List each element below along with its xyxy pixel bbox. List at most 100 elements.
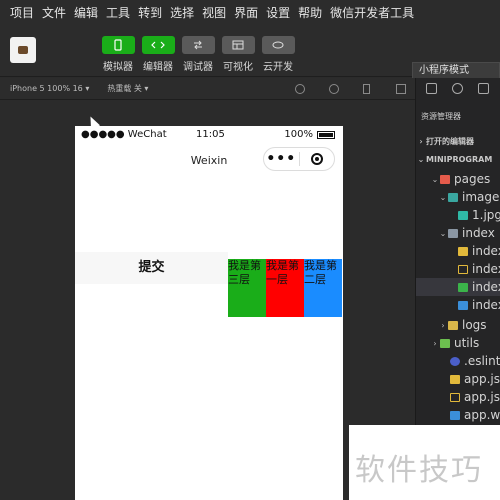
chevron-down-icon: ⌄ — [439, 192, 447, 202]
avatar[interactable] — [10, 37, 36, 63]
folder-icon — [440, 174, 450, 184]
miniprogram-section[interactable]: ⌄ MINIPROGRAM — [416, 150, 500, 168]
more-icon[interactable]: ••• — [264, 151, 299, 167]
debugger-button[interactable] — [181, 36, 215, 54]
status-time: 11:05 — [196, 129, 225, 140]
cloud-icon — [272, 41, 284, 49]
tree-item-index-folder[interactable]: ⌄ index — [416, 224, 500, 242]
js-file-icon — [450, 374, 460, 384]
tree-item-logs[interactable]: › logs — [416, 316, 500, 334]
folder-icon — [440, 338, 450, 348]
json-file-icon — [450, 392, 460, 402]
chevron-down-icon: ⌄ — [417, 154, 425, 164]
files-icon[interactable] — [426, 83, 437, 94]
debug-icon — [194, 40, 202, 50]
device-select[interactable]: iPhone 5 100% 16 ▾ — [10, 84, 89, 93]
tree-item-pages[interactable]: ⌄ pages — [416, 170, 500, 188]
menu-select[interactable]: 选择 — [170, 4, 194, 21]
git-icon[interactable] — [478, 83, 489, 94]
json-file-icon — [458, 264, 468, 274]
simulator-label: 模拟器 — [103, 62, 133, 73]
close-mini-program-button[interactable] — [299, 153, 334, 165]
layer-third: 我是第三层 — [228, 259, 266, 317]
wxml-file-icon — [458, 282, 468, 292]
toolbar: 模拟器 编辑器 调试器 可视化 云开发 小程序模式 — [0, 25, 500, 80]
folder-icon — [448, 228, 458, 238]
phone-icon — [114, 39, 122, 51]
simulator-button[interactable] — [101, 36, 135, 54]
tree-item-app-js[interactable]: app.js — [416, 370, 500, 388]
wxss-file-icon — [458, 300, 468, 310]
chevron-down-icon: ⌄ — [431, 174, 439, 184]
watermark-text: 软件技巧 — [355, 453, 483, 488]
tree-item-index-js[interactable]: index.js — [416, 242, 500, 260]
record-icon[interactable] — [329, 84, 339, 94]
capsule-menu: ••• — [263, 147, 335, 171]
chevron-right-icon: › — [433, 338, 437, 348]
device-icon[interactable] — [363, 84, 370, 94]
layout-icon — [232, 40, 244, 50]
eslint-file-icon — [450, 356, 460, 366]
open-editors-section[interactable]: › 打开的编辑器 — [416, 132, 500, 150]
tree-item-images[interactable]: ⌄ images — [416, 188, 500, 206]
tree-item-app-json[interactable]: app.json — [416, 388, 500, 406]
phone-screen: ●●●●● WeChat 11:05 100% Weixin ••• 提交 我是… — [75, 126, 343, 500]
tree-item-utils[interactable]: › utils — [416, 334, 500, 352]
js-file-icon — [458, 246, 468, 256]
wxss-file-icon — [450, 410, 460, 420]
avatar-image — [18, 46, 28, 54]
menu-edit[interactable]: 编辑 — [74, 4, 98, 21]
chevron-right-icon: › — [441, 320, 445, 330]
menu-tools[interactable]: 工具 — [106, 4, 130, 21]
menu-goto[interactable]: 转到 — [138, 4, 162, 21]
cloud-tool[interactable]: 云开发 — [258, 36, 298, 73]
tree-item-index-json[interactable]: index.json — [416, 260, 500, 278]
editor-label: 编辑器 — [143, 62, 173, 73]
cloud-button[interactable] — [261, 36, 295, 54]
tree-item-1jpg[interactable]: 1.jpg — [416, 206, 500, 224]
status-bar: ●●●●● WeChat 11:05 100% — [75, 126, 343, 144]
menu-interface[interactable]: 界面 — [234, 4, 258, 21]
visual-tool[interactable]: 可视化 — [218, 36, 258, 73]
editor-tool[interactable]: 编辑器 — [138, 36, 178, 73]
explorer-title: 资源管理器 — [421, 112, 461, 121]
debugger-label: 调试器 — [183, 62, 213, 73]
refresh-icon[interactable] — [295, 84, 305, 94]
simulator-tool[interactable]: 模拟器 — [98, 36, 138, 73]
editor-button[interactable] — [141, 36, 175, 54]
search-icon[interactable] — [452, 83, 463, 94]
tree-item-eslintrc[interactable]: .eslintrc.js — [416, 352, 500, 370]
menu-help[interactable]: 帮助 — [298, 4, 322, 21]
menu-bar: 项目 文件 编辑 工具 转到 选择 视图 界面 设置 帮助 微信开发者工具 — [0, 0, 500, 25]
menu-project[interactable]: 项目 — [10, 4, 34, 21]
menu-settings[interactable]: 设置 — [266, 4, 290, 21]
battery-percent: 100% — [284, 129, 313, 140]
menu-devtools[interactable]: 微信开发者工具 — [330, 4, 414, 21]
code-icon — [151, 41, 165, 49]
cloud-label: 云开发 — [263, 62, 293, 73]
window-icon[interactable] — [396, 84, 406, 94]
visual-label: 可视化 — [223, 62, 253, 73]
carrier-text: ●●●●● WeChat — [81, 129, 167, 140]
submit-button[interactable]: 提交 — [75, 252, 228, 284]
explorer-toolbar — [416, 78, 500, 100]
layer-first: 我是第一层 — [266, 259, 304, 317]
folder-icon — [448, 320, 458, 330]
watermark: 软件技巧 — [349, 425, 500, 500]
battery-icon — [317, 131, 335, 139]
layer-second: 我是第二层 — [304, 259, 342, 317]
visual-button[interactable] — [221, 36, 255, 54]
menu-view[interactable]: 视图 — [202, 4, 226, 21]
menu-file[interactable]: 文件 — [42, 4, 66, 21]
debugger-tool[interactable]: 调试器 — [178, 36, 218, 73]
chevron-right-icon: › — [419, 136, 423, 146]
tree-item-index-wxss[interactable]: index.wxss — [416, 296, 500, 314]
tree-item-index-wxml[interactable]: index.wxml — [416, 278, 500, 296]
chevron-down-icon: ⌄ — [439, 228, 447, 238]
close-circle-icon — [310, 153, 323, 165]
simulator-subbar: iPhone 5 100% 16 ▾ 热重载 关 ▾ — [0, 78, 415, 100]
hot-reload-select[interactable]: 热重载 关 ▾ — [107, 83, 148, 94]
image-file-icon — [458, 210, 468, 220]
tree-item-app-wxss[interactable]: app.wxss — [416, 406, 500, 424]
folder-icon — [448, 192, 458, 202]
